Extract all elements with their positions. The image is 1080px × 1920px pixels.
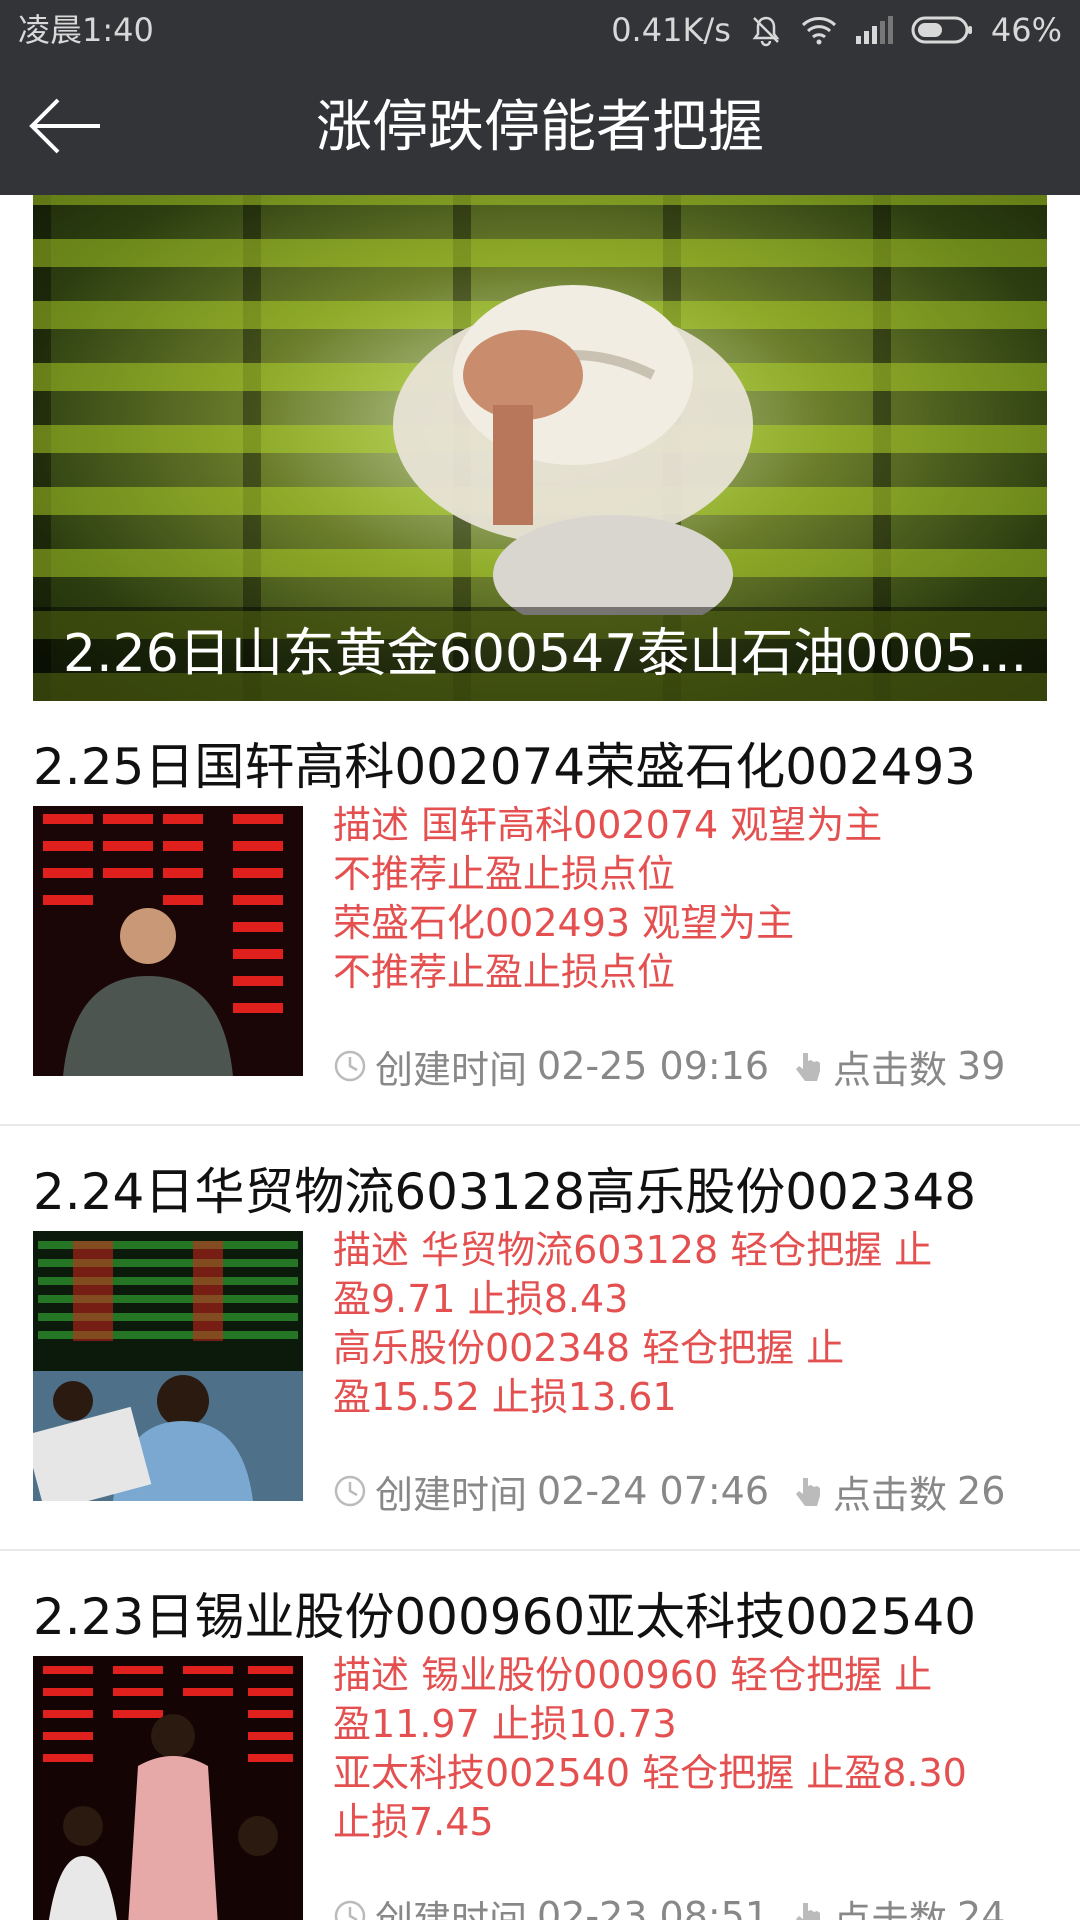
hand-pointer-icon — [796, 1478, 821, 1506]
clicks-count: 24 — [957, 1894, 1006, 1920]
created-label: 创建时间 — [375, 1047, 528, 1092]
battery-icon — [911, 16, 973, 44]
desc-line: 盈11.97 止损10.73 — [333, 1702, 677, 1746]
clicks-label: 点击数 — [833, 1472, 948, 1517]
item-title: 2.24日华贸物流603128高乐股份002348 — [33, 1163, 977, 1221]
item-thumbnail — [33, 1231, 303, 1501]
desc-line: 高乐股份002348 轻仓把握 止 — [333, 1326, 845, 1370]
created-time: 02-24 07:46 — [537, 1469, 770, 1513]
created-label: 创建时间 — [375, 1897, 528, 1920]
page-title: 涨停跌停能者把握 — [316, 95, 764, 160]
item-description: 描述 华贸物流603128 轻仓把握 止 盈9.71 止损8.43 高乐股份00… — [333, 1226, 1023, 1422]
desc-line: 描述 锡业股份000960 轻仓把握 止 — [333, 1653, 933, 1697]
desc-line: 描述 国轩高科002074 观望为主 — [333, 803, 883, 847]
back-arrow-icon — [29, 98, 100, 154]
desc-line: 盈15.52 止损13.61 — [333, 1375, 677, 1419]
item-thumbnail — [33, 806, 303, 1076]
hand-pointer-icon — [796, 1053, 821, 1081]
clock-icon — [334, 1050, 366, 1082]
status-time: 凌晨1:40 — [18, 11, 154, 49]
desc-line: 止损7.45 — [333, 1800, 494, 1844]
clock-icon — [334, 1900, 366, 1920]
desc-line: 荣盛石化002493 观望为主 — [333, 901, 795, 945]
clicks-count: 26 — [957, 1469, 1006, 1513]
item-meta: 创建时间 02-24 07:46 点击数 26 — [333, 1466, 1033, 1517]
content-list[interactable]: 2.26日山东黄金600547泰山石油0005... 2.25日国轩高科0020… — [0, 195, 1080, 1920]
desc-line: 描述 华贸物流603128 轻仓把握 止 — [333, 1228, 933, 1272]
desc-line: 不推荐止盈止损点位 — [333, 950, 676, 994]
desc-line: 盈9.71 止损8.43 — [333, 1277, 629, 1321]
item-meta: 创建时间 02-25 09:16 点击数 39 — [333, 1041, 1033, 1092]
item-description: 描述 锡业股份000960 轻仓把握 止 盈11.97 止损10.73 亚太科技… — [333, 1651, 1023, 1847]
item-title: 2.25日国轩高科002074荣盛石化002493 — [33, 738, 977, 796]
app-header: 涨停跌停能者把握 — [0, 60, 1080, 195]
list-item[interactable]: 2.24日华贸物流603128高乐股份002348 描述 华贸物流603128 … — [0, 1126, 1080, 1551]
signal-icon — [855, 16, 893, 44]
battery-percent: 46% — [990, 11, 1062, 49]
hat-man-image — [393, 285, 753, 615]
list-item[interactable]: 2.23日锡业股份000960亚太科技002540 描述 锡业股份000960 … — [0, 1551, 1080, 1920]
item-description: 描述 国轩高科002074 观望为主 不推荐止盈止损点位 荣盛石化002493 … — [333, 801, 1023, 997]
clicks-label: 点击数 — [833, 1047, 948, 1092]
desc-line: 不推荐止盈止损点位 — [333, 852, 676, 896]
featured-banner[interactable]: 2.26日山东黄金600547泰山石油0005... — [33, 195, 1047, 701]
status-right: 0.41K/s 46% — [611, 0, 1062, 60]
clock-icon — [334, 1475, 366, 1507]
item-thumbnail — [33, 1656, 303, 1920]
status-bar: 凌晨1:40 0.41K/s 46% — [0, 0, 1080, 60]
created-label: 创建时间 — [375, 1472, 528, 1517]
back-button[interactable] — [28, 96, 104, 156]
mute-bell-icon — [749, 13, 783, 47]
list-item[interactable]: 2.25日国轩高科002074荣盛石化002493 描述 国轩高科002074 … — [0, 701, 1080, 1126]
item-meta: 创建时间 02-23 08:51 点击数 24 — [333, 1891, 1033, 1920]
clicks-count: 39 — [957, 1044, 1006, 1088]
item-title: 2.23日锡业股份000960亚太科技002540 — [33, 1588, 977, 1646]
banner-caption: 2.26日山东黄金600547泰山石油0005... — [33, 607, 1047, 701]
network-speed: 0.41K/s — [611, 11, 731, 49]
created-time: 02-23 08:51 — [537, 1894, 770, 1920]
hand-pointer-icon — [796, 1903, 821, 1920]
created-time: 02-25 09:16 — [537, 1044, 770, 1088]
desc-line: 亚太科技002540 轻仓把握 止盈8.30 — [333, 1751, 967, 1795]
clicks-label: 点击数 — [833, 1897, 948, 1920]
wifi-icon — [801, 15, 837, 45]
